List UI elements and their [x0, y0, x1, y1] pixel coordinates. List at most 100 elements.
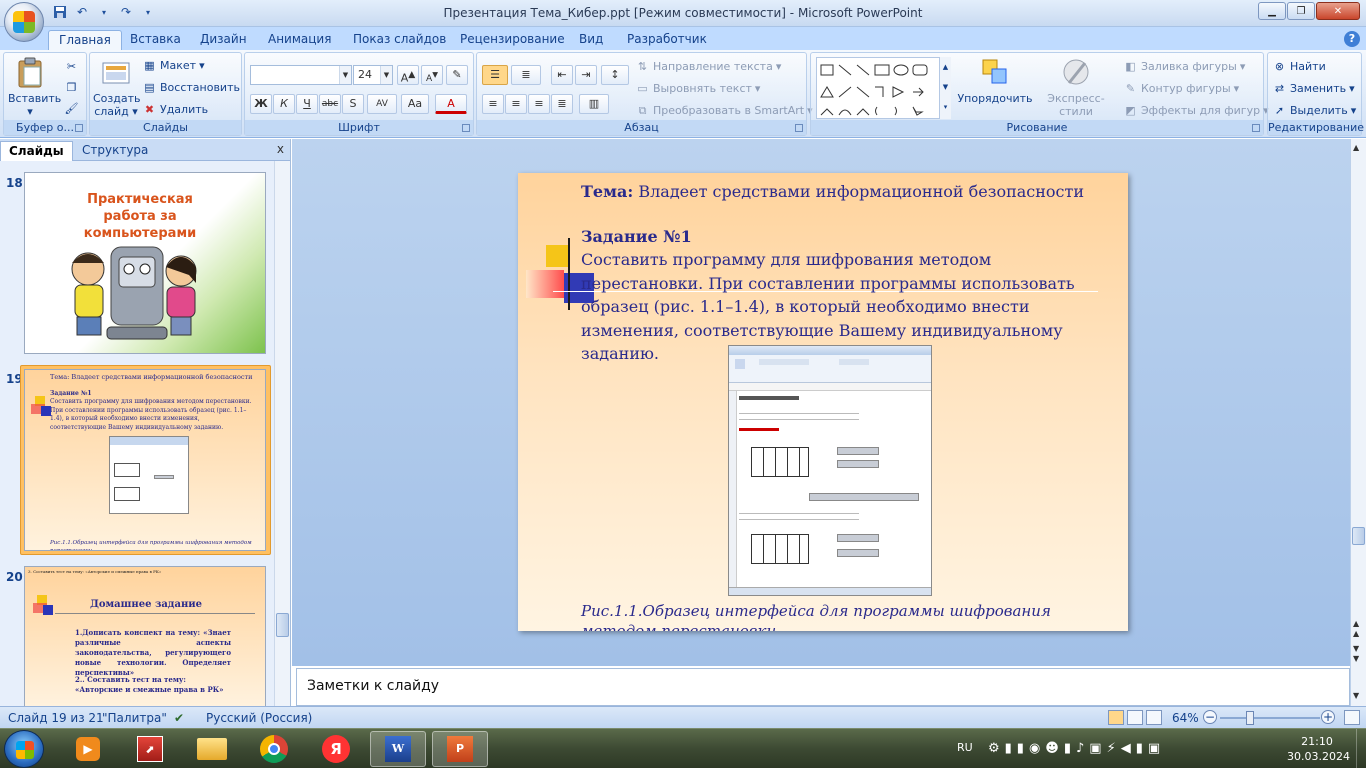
current-slide[interactable]: Тема: Владеет средствами информационной … [518, 173, 1128, 631]
tab-animation[interactable]: Анимация [258, 30, 341, 50]
tab-design[interactable]: Дизайн [190, 30, 257, 50]
tab-view[interactable]: Вид [569, 30, 613, 50]
quick-styles-button[interactable]: Экспресс-стили [1033, 57, 1119, 118]
zoom-level[interactable]: 64% [1172, 711, 1199, 725]
font-name-combo[interactable]: ▼ [250, 65, 352, 85]
clock-time[interactable]: 21:10 [1297, 735, 1337, 748]
input-language[interactable]: RU [957, 741, 973, 754]
format-painter-icon[interactable]: 🖌 [64, 101, 79, 116]
replace-button[interactable]: ⇄ Заменить ▾ [1272, 81, 1355, 96]
shape-fill-button[interactable]: ◧ Заливка фигуры ▾ [1123, 59, 1245, 74]
powerpoint-icon[interactable]: P [432, 731, 488, 767]
char-spacing-button[interactable]: AV [367, 94, 397, 114]
align-left-button[interactable]: ≡ [482, 94, 504, 114]
line-spacing-button[interactable]: ↕ [601, 65, 629, 85]
align-text-button[interactable]: ▭ Выровнять текст ▾ [635, 81, 760, 96]
cut-icon[interactable]: ✂ [64, 59, 79, 74]
zoom-slider-thumb[interactable] [1246, 711, 1254, 725]
tab-insert[interactable]: Вставка [120, 30, 191, 50]
align-right-button[interactable]: ≡ [528, 94, 550, 114]
font-launcher-icon[interactable] [462, 124, 470, 132]
align-center-button[interactable]: ≡ [505, 94, 527, 114]
delete-slide-button[interactable]: ✖ Удалить [142, 102, 208, 117]
zoom-in-icon[interactable]: + [1321, 710, 1335, 724]
scroll-down-icon[interactable]: ▼ [1353, 691, 1359, 700]
new-slide-button[interactable]: Создать слайд ▾ [93, 57, 141, 118]
text-direction-button[interactable]: ⇅ Направление текста ▾ [635, 59, 781, 74]
help-icon[interactable]: ? [1344, 31, 1360, 47]
italic-button[interactable]: К [273, 94, 295, 114]
next-slide-icon[interactable]: ▼ ▼ [1353, 644, 1359, 664]
figure-caption[interactable]: Рис.1.1.Образец интерфейса для программы… [581, 601, 1101, 631]
word-icon[interactable]: W [370, 731, 426, 767]
clipboard-launcher-icon[interactable] [75, 124, 83, 132]
zoom-slider-track[interactable] [1220, 717, 1320, 719]
tab-slideshow[interactable]: Показ слайдов [343, 30, 456, 50]
language-status[interactable]: Русский (Россия) [206, 711, 312, 725]
find-button[interactable]: ⊗ Найти [1272, 59, 1326, 74]
scroll-up-icon[interactable]: ▲ [1353, 143, 1359, 152]
clock-date[interactable]: 30.03.2024 [1287, 750, 1350, 763]
tray-icons[interactable]: ⚙▮▮◉☻▮♪▣⚡◀▮▣ [988, 741, 1165, 756]
spellcheck-icon[interactable]: ✔ [174, 711, 184, 725]
clear-format-button[interactable]: ✎ [446, 65, 468, 85]
show-desktop-button[interactable] [1356, 729, 1366, 769]
decrease-indent-button[interactable]: ⇤ [551, 65, 573, 85]
prev-slide-icon[interactable]: ▲ ▲ [1353, 619, 1359, 639]
sorter-view-icon[interactable] [1127, 710, 1143, 725]
file-explorer-icon[interactable] [184, 731, 240, 767]
task-heading[interactable]: Задание №1 [581, 227, 692, 246]
normal-view-icon[interactable] [1108, 710, 1124, 725]
tab-home[interactable]: Главная [48, 30, 122, 50]
font-size-combo[interactable]: 24 ▼ [353, 65, 393, 85]
arrange-button[interactable]: Упорядочить [955, 57, 1035, 105]
zoom-out-icon[interactable]: − [1203, 710, 1217, 724]
embedded-program-screenshot[interactable] [728, 345, 932, 596]
shapes-gallery[interactable] [816, 57, 950, 119]
office-button[interactable] [4, 2, 44, 42]
copy-icon[interactable]: ❐ [64, 80, 79, 95]
columns-button[interactable]: ▥ [579, 94, 609, 114]
grow-font-button[interactable]: A▲ [397, 65, 419, 85]
close-icon[interactable]: x [277, 142, 284, 156]
slide-scrollbar[interactable]: ▲ ▲ ▲ ▼ ▼ ▼ [1350, 139, 1366, 706]
shape-effects-button[interactable]: ◩ Эффекты для фигур ▾ [1123, 103, 1268, 118]
numbering-button[interactable]: ≣ [511, 65, 541, 85]
convert-smartart-button[interactable]: ⧉Преобразовать в SmartArt ▾ [635, 103, 813, 118]
reset-button[interactable]: ▤ Восстановить [142, 80, 240, 95]
increase-indent-button[interactable]: ⇥ [575, 65, 597, 85]
shadow-button[interactable]: S [342, 94, 364, 114]
fit-to-window-icon[interactable] [1344, 710, 1360, 725]
maximize-button[interactable]: ❐ [1287, 2, 1315, 20]
change-case-button[interactable]: Aa [401, 94, 429, 114]
tab-review[interactable]: Рецензирование [450, 30, 575, 50]
yandex-browser-icon[interactable]: Я [308, 731, 364, 767]
font-color-button[interactable]: A [435, 94, 467, 114]
slide-title[interactable]: Тема: Владеет средствами информационной … [581, 182, 1084, 201]
slides-pane-scrollbar[interactable] [274, 161, 290, 706]
justify-button[interactable]: ≣ [551, 94, 573, 114]
slide-thumb-19[interactable]: Тема: Владеет средствами информационной … [24, 369, 266, 551]
slide-scroll-thumb[interactable] [1352, 527, 1365, 545]
slideshow-view-icon[interactable] [1146, 710, 1162, 725]
slide-thumb-20[interactable]: 3. Составить тест на тему: «Авторские и … [24, 566, 266, 706]
drawing-launcher-icon[interactable] [1252, 124, 1260, 132]
shape-outline-button[interactable]: ✎ Контур фигуры ▾ [1123, 81, 1239, 96]
notes-pane[interactable]: Заметки к слайду [296, 668, 1350, 706]
close-button[interactable]: ✕ [1316, 2, 1360, 20]
chrome-icon[interactable] [246, 731, 302, 767]
tab-developer[interactable]: Разработчик [617, 30, 717, 50]
strikethrough-button[interactable]: abc [319, 94, 341, 114]
shapes-scroll[interactable]: ▲ ▼ ▾ [939, 57, 951, 119]
bullets-button[interactable]: ☰ [482, 65, 508, 85]
select-button[interactable]: ➚ Выделить ▾ [1272, 103, 1356, 118]
shrink-font-button[interactable]: A▼ [421, 65, 443, 85]
slide-thumb-18[interactable]: Практическая работа за компьютерами [24, 172, 266, 354]
layout-button[interactable]: ▦ Макет ▾ [142, 58, 204, 73]
app-red-icon[interactable]: ⬈ [122, 731, 178, 767]
minimize-button[interactable]: ▁ [1258, 2, 1286, 20]
media-player-icon[interactable]: ▶ [60, 731, 116, 767]
underline-button[interactable]: Ч [296, 94, 318, 114]
start-button[interactable] [4, 730, 44, 768]
slides-pane-scroll-thumb[interactable] [276, 613, 289, 637]
